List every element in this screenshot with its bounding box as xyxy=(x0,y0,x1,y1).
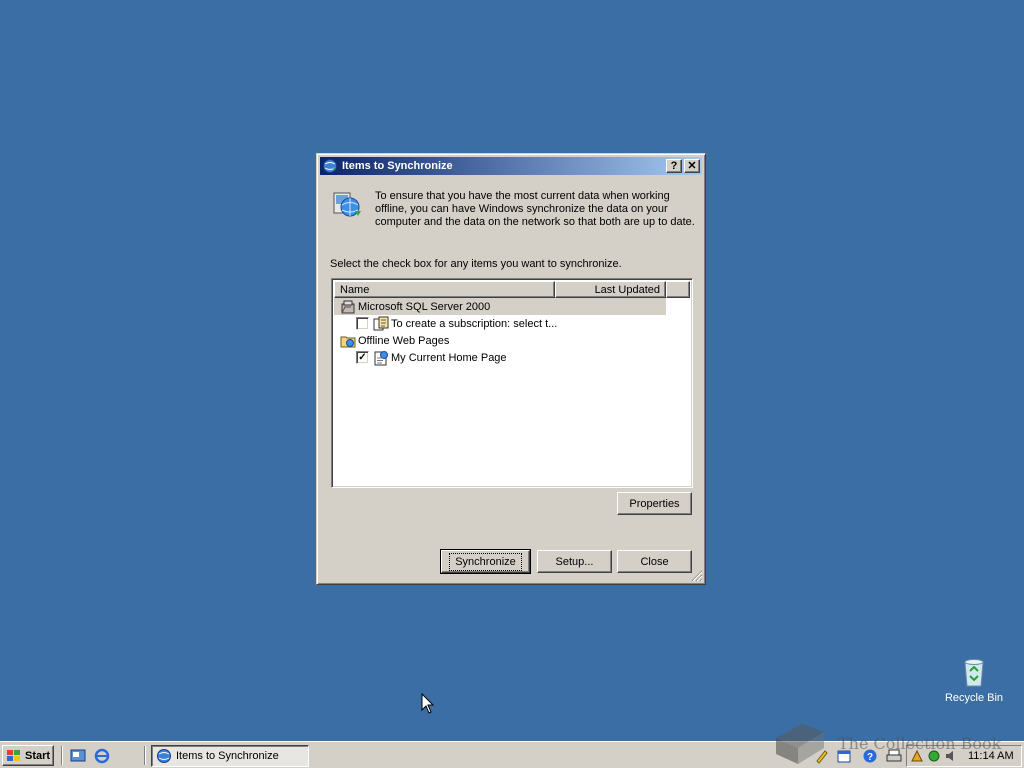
synchronize-info-icon xyxy=(333,192,361,217)
internet-explorer-icon[interactable] xyxy=(94,748,110,764)
column-header-spacer xyxy=(666,281,690,298)
sql-server-icon xyxy=(341,300,355,313)
column-header-name[interactable]: Name xyxy=(334,281,555,298)
close-window-button[interactable]: ✕ xyxy=(684,159,700,173)
close-button[interactable]: Close xyxy=(617,550,692,573)
list-item-my-current-home-page[interactable]: ✓ My Current Home Page xyxy=(356,349,507,366)
list-header: Name Last Updated xyxy=(334,281,690,298)
sync-globe-icon xyxy=(323,159,337,173)
synchronize-button[interactable]: Synchronize xyxy=(440,549,531,574)
mouse-cursor-icon xyxy=(421,693,435,714)
list-item-label: Microsoft SQL Server 2000 xyxy=(358,300,491,313)
show-desktop-icon[interactable] xyxy=(70,748,86,764)
taskbar-button-items-to-synchronize[interactable]: Items to Synchronize xyxy=(151,745,309,767)
list-item-sql-server[interactable]: Microsoft SQL Server 2000 xyxy=(334,298,666,315)
web-page-icon xyxy=(374,350,388,365)
help-button[interactable]: ? xyxy=(666,159,682,173)
taskbar-separator xyxy=(61,746,63,765)
home-page-checkbox[interactable]: ✓ xyxy=(356,351,369,364)
list-item-subscription[interactable]: To create a subscription: select t... xyxy=(356,315,557,332)
recycle-bin-label: Recycle Bin xyxy=(944,692,1004,704)
setup-button[interactable]: Setup... xyxy=(537,550,612,573)
list-item-label: My Current Home Page xyxy=(391,351,507,364)
resize-grip-icon[interactable] xyxy=(691,570,703,582)
start-button[interactable]: Start xyxy=(2,745,54,766)
list-item-label: To create a subscription: select t... xyxy=(391,317,558,330)
book-icon xyxy=(776,724,824,764)
windows-flag-icon xyxy=(7,749,20,761)
list-item-label: Offline Web Pages xyxy=(358,334,450,347)
info-text: To ensure that you have the most current… xyxy=(375,190,695,228)
watermark-text: The Collection Book xyxy=(838,734,1002,753)
subscription-checkbox[interactable] xyxy=(356,317,369,330)
subscription-icon xyxy=(373,316,389,330)
list-item-offline-web-pages[interactable]: Offline Web Pages xyxy=(340,332,449,349)
column-header-last-updated[interactable]: Last Updated xyxy=(555,281,666,298)
watermark: The Collection Book xyxy=(772,718,1012,768)
recycle-bin-icon xyxy=(964,659,984,687)
instruction-label: Select the check box for any items you w… xyxy=(330,258,622,270)
offline-web-pages-icon xyxy=(340,336,356,347)
recycle-bin[interactable]: Recycle Bin xyxy=(944,656,1004,704)
start-label: Start xyxy=(25,749,51,762)
check-mark-icon: ✓ xyxy=(358,351,367,363)
items-to-synchronize-dialog: Items to Synchronize ? ✕ To ensure that … xyxy=(316,153,706,585)
sync-globe-icon xyxy=(157,749,171,763)
close-icon: ✕ xyxy=(687,159,697,172)
taskbar-button-label: Items to Synchronize xyxy=(176,750,279,762)
items-list[interactable]: Name Last Updated Microsoft SQL Server 2… xyxy=(331,278,693,488)
properties-button[interactable]: Properties xyxy=(617,492,692,515)
window-title: Items to Synchronize xyxy=(342,160,453,172)
title-bar[interactable]: Items to Synchronize ? ✕ xyxy=(320,157,702,175)
taskbar-separator xyxy=(144,746,146,765)
